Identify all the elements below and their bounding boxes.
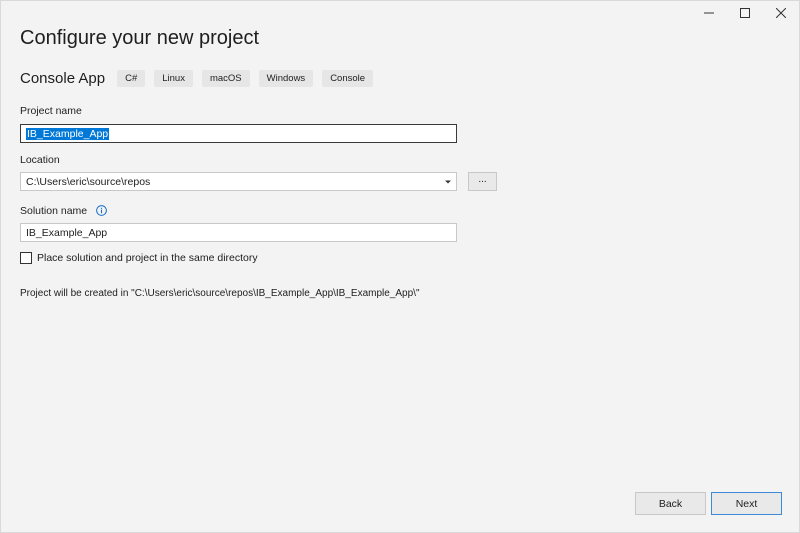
template-name: Console App — [20, 70, 106, 87]
tag-platform-linux: Linux — [154, 70, 193, 87]
configure-project-window: Configure your new project Console App C… — [0, 0, 800, 533]
page-title: Configure your new project — [20, 27, 260, 49]
minimize-button[interactable] — [691, 1, 727, 25]
next-button[interactable]: Next — [711, 492, 782, 515]
solution-name-label-row: Solution name — [20, 205, 107, 217]
same-directory-label: Place solution and project in the same d… — [37, 252, 258, 264]
project-name-label: Project name — [20, 105, 82, 117]
tag-platform-macos: macOS — [201, 70, 250, 87]
browse-location-button[interactable]: ... — [468, 172, 497, 191]
window-controls — [691, 1, 799, 25]
solution-name-value: IB_Example_App — [26, 226, 108, 239]
project-name-input[interactable]: IB_Example_App — [20, 124, 457, 143]
chevron-down-icon[interactable] — [444, 178, 452, 186]
minimize-icon — [704, 12, 714, 14]
close-button[interactable] — [763, 1, 799, 25]
tag-language: C# — [117, 70, 146, 87]
same-directory-option[interactable]: Place solution and project in the same d… — [20, 252, 258, 264]
location-value: C:\Users\eric\source\repos — [26, 175, 151, 188]
back-button[interactable]: Back — [635, 492, 706, 515]
project-name-value: IB_Example_App — [26, 127, 110, 140]
tag-platform-windows: Windows — [258, 70, 314, 87]
tag-project-type: Console — [322, 70, 374, 87]
solution-name-input[interactable]: IB_Example_App — [20, 223, 457, 242]
same-directory-checkbox[interactable] — [20, 252, 32, 264]
solution-name-label: Solution name — [20, 205, 88, 217]
location-label: Location — [20, 154, 60, 166]
close-icon — [776, 8, 786, 18]
template-summary: Console App C# Linux macOS Windows Conso… — [20, 70, 382, 87]
maximize-icon — [740, 8, 750, 18]
maximize-button[interactable] — [727, 1, 763, 25]
info-icon[interactable] — [96, 205, 107, 216]
project-path-note: Project will be created in "C:\Users\eri… — [20, 288, 420, 299]
location-combobox[interactable]: C:\Users\eric\source\repos — [20, 172, 457, 191]
